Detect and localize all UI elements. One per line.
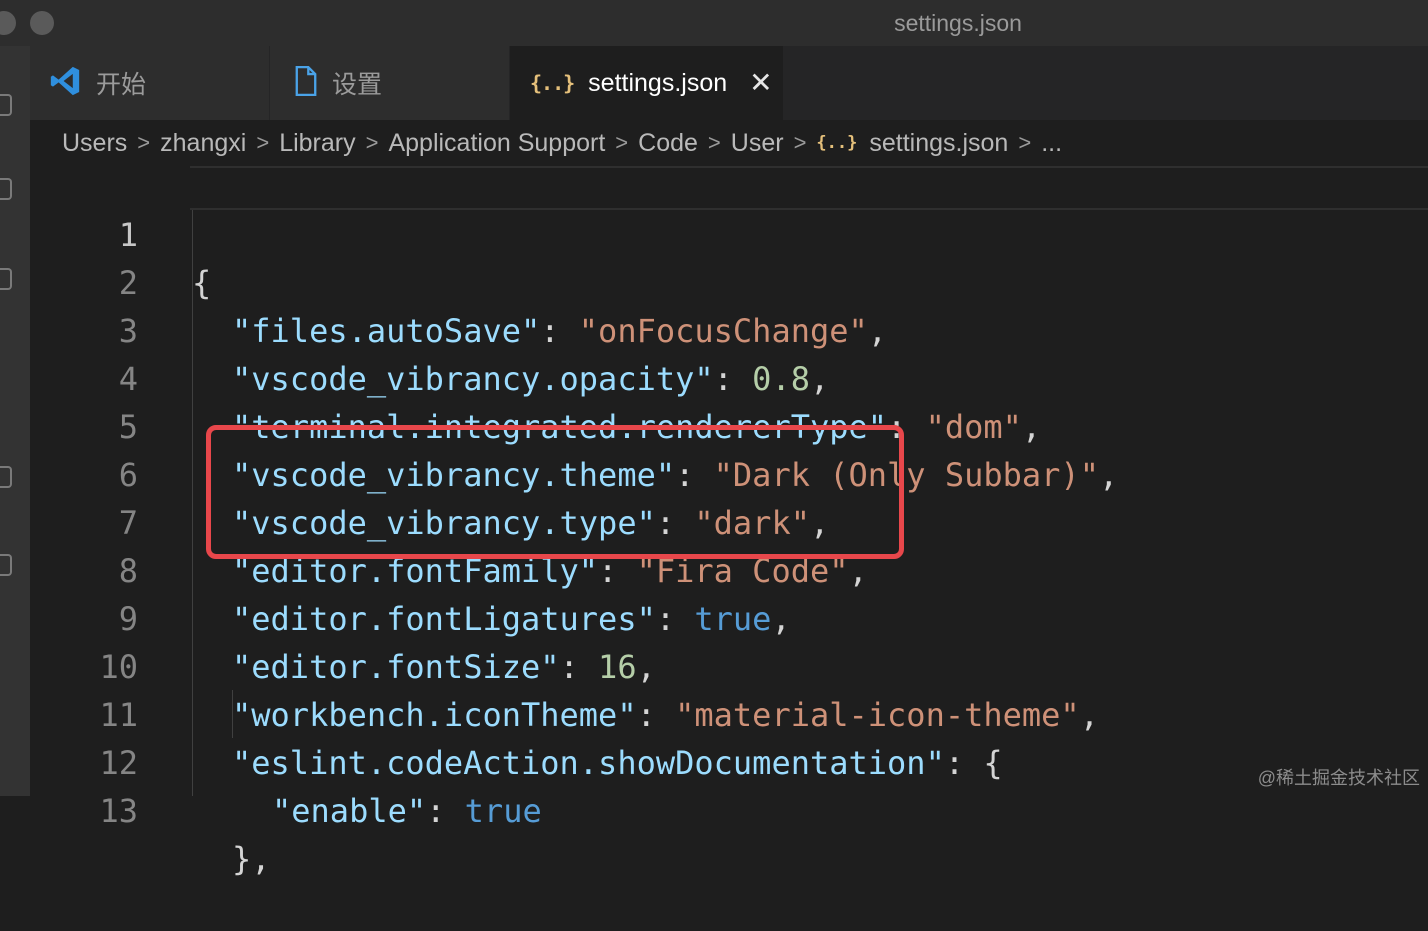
code-line[interactable]: 13 }, <box>30 739 1428 787</box>
json-key: "enable" <box>272 792 426 830</box>
breadcrumb-item[interactable]: settings.json <box>869 129 1008 158</box>
code-editor[interactable]: 1 { 2 "files.autoSave": "onFocusChange",… <box>30 166 1428 796</box>
breadcrumb-item[interactable]: Application Support <box>388 129 605 158</box>
code-line[interactable]: 4 "terminal.integrated.rendererType": "d… <box>30 307 1428 355</box>
file-icon <box>294 66 318 101</box>
activity-explorer-icon[interactable] <box>0 94 12 116</box>
tab-welcome-label: 开始 <box>96 65 146 101</box>
breadcrumb: Users > zhangxi > Library > Application … <box>30 120 1428 166</box>
close-icon[interactable]: ✕ <box>749 69 772 97</box>
code-line[interactable]: 2 "files.autoSave": "onFocusChange", <box>30 211 1428 259</box>
tab-settings-json[interactable]: {..} settings.json ✕ <box>510 46 784 120</box>
watermark: @稀土掘金技术社区 <box>1258 764 1420 790</box>
activity-scm-icon[interactable] <box>0 268 12 290</box>
chevron-right-icon: > <box>615 130 628 156</box>
code-line[interactable]: 10 "workbench.iconTheme": "material-icon… <box>30 595 1428 643</box>
activity-extensions-icon[interactable] <box>0 554 12 576</box>
brace: }, <box>232 840 271 878</box>
code-line[interactable]: 1 { <box>30 163 1428 211</box>
breadcrumb-item[interactable]: Library <box>279 129 355 158</box>
json-colon: : <box>426 792 465 830</box>
json-braces-icon: {..} <box>530 71 574 95</box>
json-value: true <box>465 792 542 830</box>
tab-settings-label: 设置 <box>332 65 382 101</box>
breadcrumb-item[interactable]: Code <box>638 129 698 158</box>
code-line[interactable]: 5 "vscode_vibrancy.theme": "Dark (Only S… <box>30 355 1428 403</box>
window-title: settings.json <box>0 10 1428 37</box>
chevron-right-icon: > <box>256 130 269 156</box>
breadcrumb-ellipsis[interactable]: ... <box>1041 129 1062 158</box>
tab-settings-json-label: settings.json <box>588 69 727 98</box>
activity-bar <box>0 46 30 796</box>
tab-welcome[interactable]: 开始 <box>30 46 270 120</box>
editor-tab-bar: 开始 设置 {..} settings.json ✕ <box>30 46 1428 120</box>
title-bar: settings.json <box>0 0 1428 46</box>
breadcrumb-item[interactable]: zhangxi <box>160 129 246 158</box>
vscode-logo-icon <box>48 64 82 103</box>
activity-search-icon[interactable] <box>0 178 12 200</box>
chevron-right-icon: > <box>708 130 721 156</box>
chevron-right-icon: > <box>1018 130 1031 156</box>
activity-run-icon[interactable] <box>0 466 12 488</box>
highlight-annotation-box <box>206 425 904 559</box>
tab-settings[interactable]: 设置 <box>270 46 510 120</box>
chevron-right-icon: > <box>137 130 150 156</box>
chevron-right-icon: > <box>794 130 807 156</box>
breadcrumb-item[interactable]: User <box>731 129 784 158</box>
line-number: 13 <box>30 787 138 835</box>
code-line[interactable]: 3 "vscode_vibrancy.opacity": 0.8, <box>30 259 1428 307</box>
json-braces-icon: {..} <box>816 133 857 153</box>
breadcrumb-item[interactable]: Users <box>62 129 127 158</box>
code-line[interactable]: 11 "eslint.codeAction.showDocumentation"… <box>30 643 1428 691</box>
chevron-right-icon: > <box>366 130 379 156</box>
code-line[interactable]: 12 "enable": true <box>30 691 1428 739</box>
